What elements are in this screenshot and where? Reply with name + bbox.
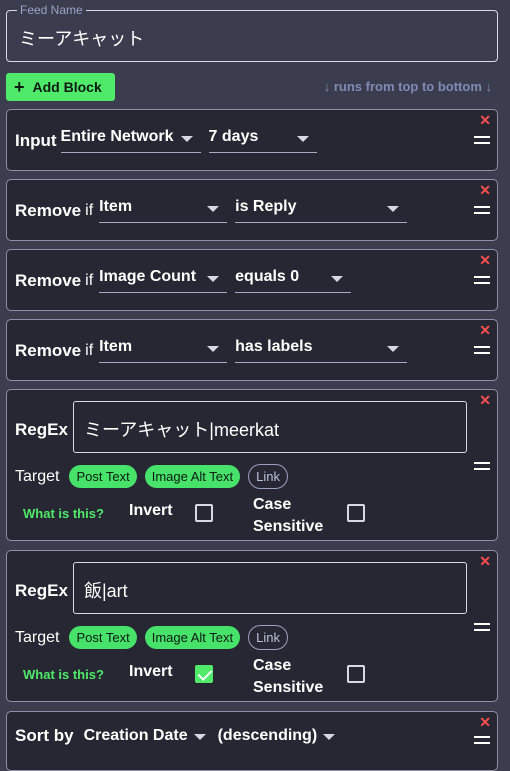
remove-block: ✕ Remove if Item has labels: [6, 319, 498, 381]
invert-checkbox[interactable]: [195, 665, 213, 683]
regex-input[interactable]: ミーアキャット|meerkat: [73, 401, 467, 453]
sensitive-label-line: Sensitive: [253, 518, 324, 535]
drag-handle-icon[interactable]: [474, 462, 490, 470]
chevron-down-icon: [207, 346, 220, 352]
case-sensitive-label: Case Sensitive: [253, 655, 323, 699]
what-is-this-link[interactable]: What is this?: [23, 667, 104, 682]
chevron-down-icon: [331, 276, 344, 282]
if-label: if: [85, 341, 94, 359]
case-sensitive-label: Case Sensitive: [253, 494, 323, 538]
chevron-down-icon: [180, 136, 193, 142]
select-value: Entire Network: [60, 128, 174, 145]
remove-block: ✕ Remove if Image Count equals 0: [6, 249, 498, 311]
input-block: ✕ Input Entire Network 7 days: [6, 109, 498, 171]
invert-checkbox[interactable]: [195, 504, 213, 522]
select-value: equals 0: [235, 268, 300, 285]
sort-block: ✕ Sort by Creation Date (descending): [6, 711, 498, 771]
select-value: (descending): [217, 727, 318, 744]
select-value: Item: [99, 198, 133, 215]
if-label: if: [85, 201, 94, 219]
block-title: Input: [15, 130, 57, 150]
feed-name-input[interactable]: ミーアキャット: [19, 25, 144, 51]
drag-handle-icon[interactable]: [474, 276, 490, 284]
remove-block: ✕ Remove if Item is Reply: [6, 179, 498, 241]
remove-field-select[interactable]: Item: [99, 338, 228, 363]
close-icon[interactable]: ✕: [479, 112, 491, 129]
regex-block: ✕ RegEx 飯|art Target Post Text Image Alt…: [6, 550, 498, 702]
select-value: has labels: [235, 338, 313, 355]
select-value: 7 days: [208, 128, 259, 145]
sort-order-select[interactable]: (descending): [218, 727, 338, 745]
select-value: Item: [99, 338, 133, 355]
chevron-down-icon: [207, 206, 220, 212]
select-value: Image Count: [99, 268, 197, 285]
sort-field-select[interactable]: Creation Date: [84, 727, 208, 745]
what-is-this-link[interactable]: What is this?: [23, 506, 104, 521]
if-label: if: [85, 271, 94, 289]
add-block-label: Add Block: [32, 79, 102, 95]
drag-handle-icon[interactable]: [474, 623, 490, 631]
block-title: RegEx: [15, 420, 68, 439]
feed-name-field[interactable]: Feed Name ミーアキャット: [6, 3, 498, 62]
drag-handle-icon[interactable]: [474, 206, 490, 214]
feed-name-label: Feed Name: [17, 3, 86, 17]
drag-handle-icon[interactable]: [474, 346, 490, 354]
target-chip-link[interactable]: Link: [248, 625, 288, 650]
runs-order-hint: ↓ runs from top to bottom ↓: [323, 79, 492, 94]
target-label: Target: [15, 628, 60, 646]
target-chip-link[interactable]: Link: [248, 464, 288, 489]
block-title: Remove: [15, 270, 82, 290]
select-value: Creation Date: [83, 727, 188, 744]
add-block-button[interactable]: + Add Block: [6, 73, 115, 101]
remove-condition-select[interactable]: is Reply: [235, 198, 408, 223]
target-chip-post-text[interactable]: Post Text: [69, 465, 137, 488]
case-sensitive-checkbox[interactable]: [347, 504, 365, 522]
close-icon[interactable]: ✕: [479, 553, 491, 570]
regex-block: ✕ RegEx ミーアキャット|meerkat Target Post Text…: [6, 389, 498, 541]
target-chip-image-alt-text[interactable]: Image Alt Text: [144, 626, 241, 649]
close-icon[interactable]: ✕: [479, 252, 491, 269]
block-title: RegEx: [15, 581, 68, 600]
close-icon[interactable]: ✕: [479, 392, 491, 409]
remove-field-select[interactable]: Item: [99, 198, 228, 223]
invert-label: Invert: [129, 502, 173, 519]
input-source-select[interactable]: Entire Network: [60, 128, 201, 153]
chevron-down-icon: [193, 734, 206, 740]
block-title: Remove: [15, 200, 82, 220]
chevron-down-icon: [387, 346, 400, 352]
chevron-down-icon: [323, 734, 336, 740]
drag-handle-icon[interactable]: [474, 136, 490, 144]
target-chip-post-text[interactable]: Post Text: [69, 626, 137, 649]
close-icon[interactable]: ✕: [479, 322, 491, 339]
plus-icon: +: [14, 76, 25, 97]
remove-field-select[interactable]: Image Count: [99, 268, 228, 293]
remove-condition-select[interactable]: has labels: [235, 338, 408, 363]
invert-label: Invert: [129, 663, 173, 680]
chevron-down-icon: [387, 206, 400, 212]
chevron-down-icon: [207, 276, 220, 282]
chevron-down-icon: [296, 136, 309, 142]
drag-handle-icon[interactable]: [474, 736, 490, 744]
regex-input[interactable]: 飯|art: [73, 562, 467, 614]
target-chip-image-alt-text[interactable]: Image Alt Text: [144, 465, 241, 488]
select-value: is Reply: [235, 198, 297, 215]
target-label: Target: [15, 467, 60, 485]
close-icon[interactable]: ✕: [479, 714, 491, 731]
case-label-line: Case: [253, 657, 292, 674]
remove-condition-select[interactable]: equals 0: [235, 268, 352, 293]
case-sensitive-checkbox[interactable]: [347, 665, 365, 683]
block-title: Sort by: [15, 726, 74, 745]
block-title: Remove: [15, 340, 82, 360]
sensitive-label-line: Sensitive: [253, 679, 324, 696]
close-icon[interactable]: ✕: [479, 182, 491, 199]
case-label-line: Case: [253, 496, 292, 513]
input-range-select[interactable]: 7 days: [208, 128, 317, 153]
